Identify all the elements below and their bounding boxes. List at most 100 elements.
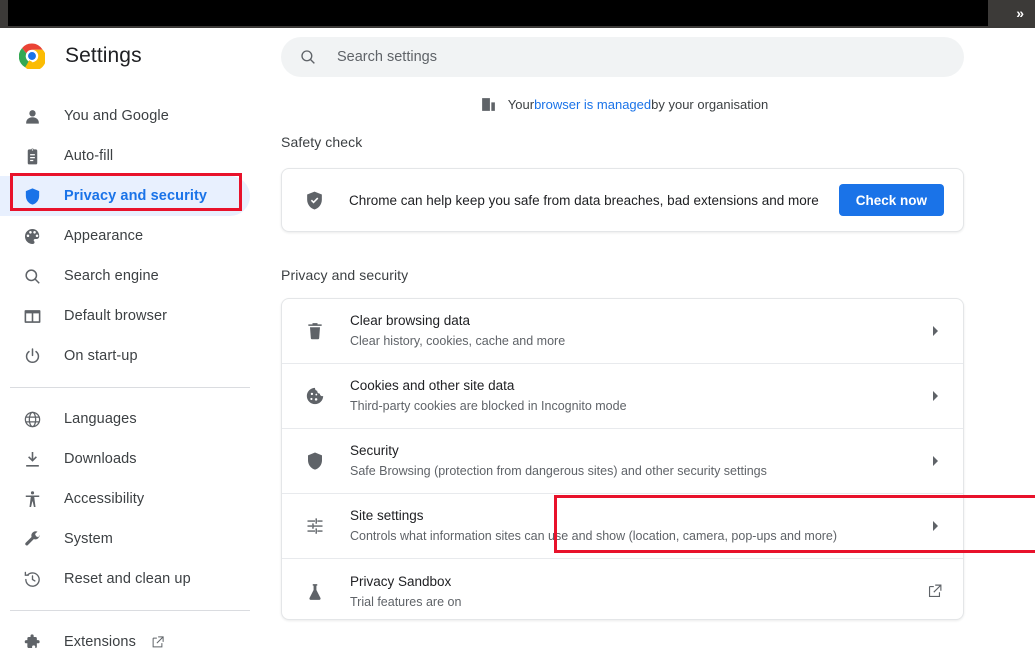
chevron-right-icon[interactable] xyxy=(926,322,944,340)
sidebar-item-appearance[interactable]: Appearance xyxy=(0,216,250,256)
sidebar-item-default-browser[interactable]: Default browser xyxy=(0,296,250,336)
row-clear-browsing-data[interactable]: Clear browsing data Clear history, cooki… xyxy=(282,299,963,364)
chevron-right-icon[interactable] xyxy=(926,517,944,535)
row-text: Cookies and other site data Third-party … xyxy=(350,376,926,416)
shield-check-icon xyxy=(304,190,325,211)
window-bar-black-area xyxy=(8,0,988,26)
sidebar-item-extensions[interactable]: Extensions xyxy=(0,622,250,662)
row-subtitle: Safe Browsing (protection from dangerous… xyxy=(350,464,767,478)
privacy-and-security-card: Clear browsing data Clear history, cooki… xyxy=(281,298,964,620)
sidebar-group-extensions: Extensions xyxy=(0,622,262,662)
row-text: Clear browsing data Clear history, cooki… xyxy=(350,311,926,351)
sidebar-item-label: Appearance xyxy=(64,228,144,244)
row-title: Privacy Sandbox xyxy=(350,573,452,589)
section-title-privacy-and-security: Privacy and security xyxy=(281,267,409,283)
trash-icon xyxy=(304,320,326,342)
wrench-icon xyxy=(22,529,42,549)
sidebar-item-label: Downloads xyxy=(64,451,137,467)
tune-icon xyxy=(304,515,326,537)
row-title: Security xyxy=(350,443,399,458)
chevron-right-icon[interactable] xyxy=(926,387,944,405)
power-icon xyxy=(22,346,42,366)
managed-browser-banner: Your browser is managed by your organisa… xyxy=(262,96,986,113)
sidebar: Settings You and Google Auto-fill Privac xyxy=(0,28,262,650)
search-icon xyxy=(22,266,42,286)
row-text: Security Safe Browsing (protection from … xyxy=(350,441,926,481)
history-icon xyxy=(22,569,42,589)
settings-brand: Settings xyxy=(0,28,262,84)
managed-banner-link[interactable]: browser is managed xyxy=(534,97,651,112)
check-now-button[interactable]: Check now xyxy=(838,184,944,216)
safety-check-card: Chrome can help keep you safe from data … xyxy=(281,168,964,232)
sidebar-divider-1 xyxy=(10,387,250,388)
sidebar-item-label: Languages xyxy=(64,411,137,427)
search-settings-box[interactable] xyxy=(281,37,964,77)
sidebar-item-privacy-and-security[interactable]: Privacy and security xyxy=(0,176,250,216)
row-title: Cookies and other site data xyxy=(350,378,515,393)
page-title: Settings xyxy=(65,44,142,67)
sidebar-item-label: On start-up xyxy=(64,348,138,364)
sidebar-item-auto-fill[interactable]: Auto-fill xyxy=(0,136,250,176)
shield-icon xyxy=(22,186,42,206)
person-icon xyxy=(22,106,42,126)
browser-icon xyxy=(22,306,42,326)
row-text: Site settings Controls what information … xyxy=(350,506,926,546)
chrome-logo-icon xyxy=(18,43,47,71)
sidebar-item-label: System xyxy=(64,531,113,547)
sidebar-item-label: Extensions xyxy=(64,634,136,650)
row-subtitle: Controls what information sites can use … xyxy=(350,529,838,543)
row-site-settings[interactable]: Site settings Controls what information … xyxy=(282,494,963,559)
row-privacy-sandbox[interactable]: Privacy Sandbox Trial features are on xyxy=(282,559,963,624)
sidebar-item-on-start-up[interactable]: On start-up xyxy=(0,336,250,376)
managed-banner-prefix: Your xyxy=(507,97,535,112)
search-input[interactable] xyxy=(337,49,946,65)
row-security[interactable]: Security Safe Browsing (protection from … xyxy=(282,429,963,494)
shield-icon xyxy=(304,450,326,472)
sidebar-item-label: You and Google xyxy=(64,108,169,124)
building-icon xyxy=(480,96,497,113)
row-title: Clear browsing data xyxy=(350,313,471,328)
settings-content: Your browser is managed by your organisa… xyxy=(262,28,1035,636)
accessibility-icon xyxy=(22,489,42,509)
sidebar-item-label: Auto-fill xyxy=(64,148,114,164)
chevron-double-right-icon[interactable]: » xyxy=(1016,0,1024,26)
safety-check-row: Chrome can help keep you safe from data … xyxy=(282,169,963,231)
window-title-bar: » xyxy=(0,0,1035,28)
sidebar-item-you-and-google[interactable]: You and Google xyxy=(0,96,250,136)
clipboard-icon xyxy=(22,146,42,166)
sidebar-divider-2 xyxy=(10,610,250,611)
sidebar-item-label: Reset and clean up xyxy=(64,571,191,587)
sidebar-item-label: Privacy and security xyxy=(64,188,208,204)
sidebar-item-accessibility[interactable]: Accessibility xyxy=(0,479,250,519)
section-title-safety-check: Safety check xyxy=(281,134,363,150)
external-link-icon[interactable] xyxy=(926,583,944,601)
sidebar-group-primary: You and Google Auto-fill Privacy and sec… xyxy=(0,96,262,376)
sidebar-item-label: Accessibility xyxy=(64,491,145,507)
sidebar-item-label: Search engine xyxy=(64,268,159,284)
sidebar-item-downloads[interactable]: Downloads xyxy=(0,439,250,479)
sidebar-item-label: Default browser xyxy=(64,308,168,324)
chevron-right-icon[interactable] xyxy=(926,452,944,470)
row-subtitle: Trial features are on xyxy=(350,594,462,609)
sidebar-item-search-engine[interactable]: Search engine xyxy=(0,256,250,296)
sidebar-item-languages[interactable]: Languages xyxy=(0,399,250,439)
puzzle-icon xyxy=(22,632,42,652)
palette-icon xyxy=(22,226,42,246)
sidebar-group-secondary: Languages Downloads Accessibility System xyxy=(0,399,262,599)
globe-icon xyxy=(22,409,42,429)
safety-check-text: Chrome can help keep you safe from data … xyxy=(349,192,819,208)
search-icon xyxy=(299,48,317,66)
sidebar-item-reset-and-clean-up[interactable]: Reset and clean up xyxy=(0,559,250,599)
cookie-icon xyxy=(304,385,326,407)
download-icon xyxy=(22,449,42,469)
row-subtitle: Third-party cookies are blocked in Incog… xyxy=(350,399,627,413)
settings-page: Settings You and Google Auto-fill Privac xyxy=(0,28,1035,650)
sidebar-item-system[interactable]: System xyxy=(0,519,250,559)
external-link-icon[interactable] xyxy=(150,635,165,650)
row-text: Privacy Sandbox Trial features are on xyxy=(350,572,926,612)
row-subtitle: Clear history, cookies, cache and more xyxy=(350,334,566,348)
row-title: Site settings xyxy=(350,508,424,523)
row-cookies-and-other-site-data[interactable]: Cookies and other site data Third-party … xyxy=(282,364,963,429)
managed-banner-suffix: by your organisation xyxy=(651,97,769,112)
flask-icon xyxy=(304,581,326,603)
